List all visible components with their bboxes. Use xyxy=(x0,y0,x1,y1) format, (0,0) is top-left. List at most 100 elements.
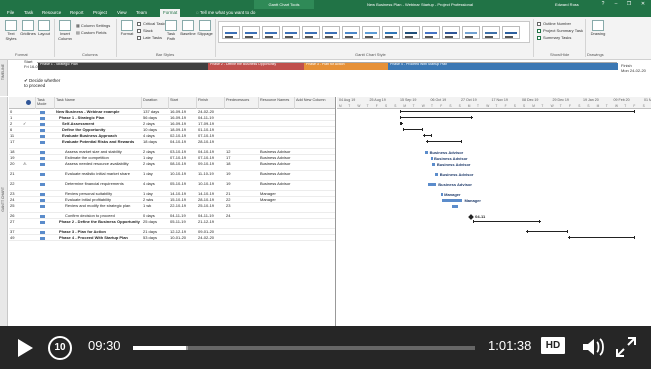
custom-fields-button[interactable]: ▤ Custom Fields xyxy=(76,30,106,35)
gantt-style-swatch[interactable] xyxy=(342,26,360,39)
summary-bar[interactable] xyxy=(568,236,636,240)
hd-quality-button[interactable]: HD xyxy=(541,337,565,354)
gantt-style-swatch[interactable] xyxy=(462,26,480,39)
table-row[interactable]: 25 Review and modify the strategic plan 1 … xyxy=(9,203,335,213)
gantt-style-swatch[interactable] xyxy=(382,26,400,39)
col-header-finish[interactable]: Finish xyxy=(197,97,225,109)
task-mode-icon xyxy=(40,231,45,234)
gantt-style-swatch[interactable] xyxy=(402,26,420,39)
task-path-button[interactable]: Task Path xyxy=(164,20,178,41)
style-bar-dark xyxy=(425,36,433,38)
table-row[interactable]: 17 Evaluate Potential Risks and Rewards 18… xyxy=(9,139,335,149)
gantt-style-swatch[interactable] xyxy=(242,26,260,39)
gantt-style-swatch[interactable] xyxy=(482,26,500,39)
timeline-bar-phase-4[interactable]: Phase 4 - Proceed With Startup Plan xyxy=(388,63,618,70)
gantt-style-swatch[interactable] xyxy=(422,26,440,39)
progress-bar[interactable] xyxy=(133,346,475,350)
col-header-task-mode[interactable]: Task Mode xyxy=(36,97,55,109)
format-bar-button[interactable]: Format xyxy=(119,20,135,36)
task-mode-icon xyxy=(40,111,45,114)
drawing-button[interactable]: Drawing xyxy=(589,20,607,36)
checkbox-icon xyxy=(137,35,141,40)
gantt-style-swatch[interactable] xyxy=(282,26,300,39)
project-summary-checkbox[interactable]: Project Summary Task xyxy=(537,28,583,33)
milestone-marker[interactable] xyxy=(468,214,474,220)
slack-checkbox[interactable]: Slack xyxy=(137,28,153,33)
tell-me-search[interactable]: ◌ Tell me what you want to do xyxy=(196,9,255,17)
minimize-button[interactable]: – xyxy=(609,0,623,9)
fullscreen-icon[interactable] xyxy=(615,336,637,358)
task-bar[interactable] xyxy=(434,173,438,176)
timeline-bar-phase-3[interactable]: Phase 3 - Plan for Action xyxy=(304,63,388,70)
help-button[interactable]: ? xyxy=(596,0,610,9)
summary-bar[interactable] xyxy=(426,140,463,144)
play-icon[interactable] xyxy=(18,339,33,357)
gantt-style-swatch[interactable] xyxy=(222,26,240,39)
tab-report[interactable]: Report xyxy=(67,9,87,17)
task-bar[interactable] xyxy=(452,205,459,208)
gantt-chart[interactable]: 04 Aug 19 25 Aug 19 15 Sep 19 06 Oct 19 27 O… xyxy=(337,97,651,326)
summary-bar[interactable] xyxy=(526,230,569,234)
task-bar[interactable] xyxy=(424,151,428,154)
task-name: Evaluate realistic initial market share xyxy=(65,171,130,176)
close-button[interactable]: ✕ xyxy=(636,0,650,9)
gantt-style-gallery[interactable] xyxy=(218,21,530,43)
checkbox-icon xyxy=(137,28,141,33)
tab-team[interactable]: Team xyxy=(133,9,150,17)
slippage-button[interactable]: Slippage xyxy=(197,20,213,36)
rewind-10-button[interactable]: 10 xyxy=(48,336,72,360)
col-header-task-name[interactable]: Task Name xyxy=(55,97,142,109)
outline-number-checkbox[interactable]: Outline Number xyxy=(537,21,571,26)
late-tasks-checkbox[interactable]: Late Tasks xyxy=(137,35,162,40)
timeline-bar-phase-2[interactable]: Phase 2 - Define the Business Opportunit… xyxy=(208,63,304,70)
col-header-start[interactable]: Start xyxy=(169,97,197,109)
table-row[interactable]: 21 Evaluate realistic initial market shar… xyxy=(9,171,335,181)
col-header-add-new-column[interactable]: Add New Column xyxy=(295,97,335,109)
gantt-style-swatch[interactable] xyxy=(362,26,380,39)
task-bar[interactable] xyxy=(427,183,437,186)
summary-bar[interactable] xyxy=(423,134,432,138)
volume-icon[interactable] xyxy=(581,336,605,358)
col-header-resource-names[interactable]: Resource Names xyxy=(259,97,295,109)
baseline-button[interactable]: Baseline xyxy=(180,20,196,36)
summary-bar[interactable] xyxy=(400,116,473,120)
column-settings-button[interactable]: ▦ Column Settings xyxy=(76,23,110,28)
gantt-style-swatch[interactable] xyxy=(442,26,460,39)
critical-tasks-checkbox[interactable]: Critical Tasks xyxy=(137,21,167,26)
task-bar[interactable] xyxy=(440,193,443,196)
gantt-style-swatch[interactable] xyxy=(302,26,320,39)
timeline-callout[interactable]: ✔ Decide whether to proceed xyxy=(24,78,64,88)
timeline[interactable]: Start Fri 16-09-19 Phase 1 - Strategic Pl… xyxy=(9,59,651,96)
layout-button[interactable]: Layout xyxy=(37,20,51,36)
summary-bar[interactable] xyxy=(400,122,403,126)
restore-button[interactable]: ❐ xyxy=(622,0,636,9)
timeline-bar-phase-1[interactable]: Phase 1 - Strategic Plan xyxy=(38,63,208,70)
tab-file[interactable]: File xyxy=(4,9,17,17)
task-bar[interactable] xyxy=(431,163,435,166)
col-header-duration[interactable]: Duration xyxy=(142,97,169,109)
gantt-style-swatch[interactable] xyxy=(502,26,520,39)
table-row[interactable]: 27 Phase 2 - Define the Business Opportun… xyxy=(9,219,335,229)
table-row[interactable]: 49 Phase 4 - Proceed With Startup Plan 53 … xyxy=(9,235,335,241)
gantt-style-swatch[interactable] xyxy=(322,26,340,39)
table-row[interactable]: 20 ⚠ Assess needed resource availability 2 … xyxy=(9,161,335,171)
task-bar[interactable] xyxy=(430,157,433,160)
summary-bar[interactable] xyxy=(400,110,636,114)
col-header-predecessors[interactable]: Predecessors xyxy=(225,97,259,109)
col-header-indicator[interactable] xyxy=(9,97,36,109)
task-bar[interactable] xyxy=(442,199,463,202)
tab-task[interactable]: Task xyxy=(21,9,36,17)
gantt-style-swatch[interactable] xyxy=(262,26,280,39)
table-row[interactable]: 22 Determine financial requirements 4 days… xyxy=(9,181,335,191)
user-name[interactable]: Edward Ross xyxy=(555,0,579,9)
tab-project[interactable]: Project xyxy=(90,9,110,17)
text-styles-button[interactable]: Text Styles xyxy=(3,20,19,41)
tab-format[interactable]: Format xyxy=(160,9,181,17)
summary-bar[interactable] xyxy=(472,220,541,224)
summary-tasks-checkbox[interactable]: Summary Tasks xyxy=(537,35,571,40)
tab-resource[interactable]: Resource xyxy=(39,9,64,17)
insert-column-button[interactable]: Insert Column xyxy=(57,20,73,41)
tab-view[interactable]: View xyxy=(114,9,130,17)
summary-bar[interactable] xyxy=(402,128,424,132)
gridlines-button[interactable]: Gridlines xyxy=(20,20,36,36)
